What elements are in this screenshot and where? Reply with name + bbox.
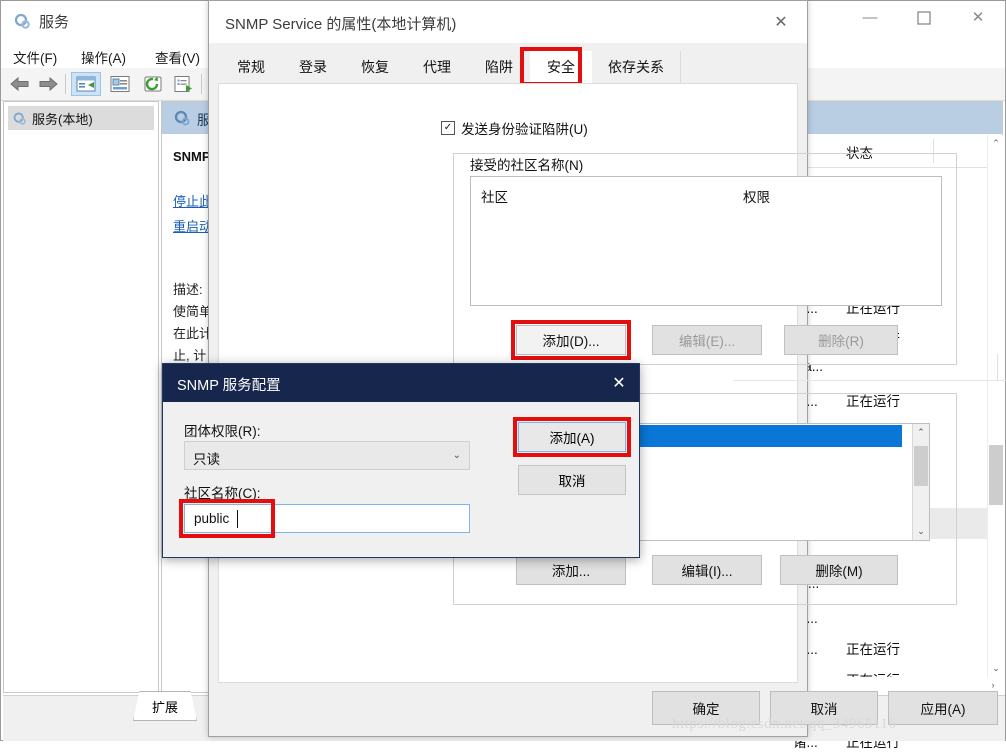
tab-security-highlight [520,47,582,86]
tab-2[interactable]: 登录 [282,51,345,83]
config-dialog-titlebar: SNMP 服务配置 ✕ [163,364,639,402]
checkbox-checked-icon: ✓ [441,121,455,135]
community-rights-value: 只读 [193,452,220,467]
stop-service-link[interactable]: 停止此 [173,191,212,210]
gear-icon [14,13,30,29]
tab-strip: 常规 登录 恢复 代理 陷阱 安全 依存关系 [210,43,806,83]
tab-label: 常规 [237,59,265,75]
close-window-button[interactable]: ✕ [955,1,1001,33]
tab-label: 依存关系 [608,59,664,75]
toolbar-separator [65,74,66,94]
console-tree-pane: 服务(本地) [3,101,159,693]
menu-file[interactable]: 文件(F) [9,45,61,69]
description-line: 使简单 [173,304,213,319]
snmp-service-config-dialog: SNMP 服务配置 ✕ 团体权限(R): 只读 ⌄ 社区名称(C): publi… [162,363,640,558]
close-icon[interactable]: ✕ [603,368,635,398]
tab-7[interactable]: 依存关系 [592,51,681,83]
description-line: 止, 计 [173,348,207,363]
minimize-button[interactable]: — [847,1,893,33]
tab-3[interactable]: 恢复 [344,51,407,83]
description-label: 描述: [173,282,203,297]
tab-label: 登录 [299,59,327,75]
maximize-button[interactable] [901,1,947,33]
refresh-icon[interactable] [140,72,166,96]
scroll-up-icon[interactable]: ⌃ [913,424,929,441]
chevron-down-icon: ⌄ [452,450,461,461]
scroll-up-icon[interactable]: ⌃ [988,135,1004,152]
send-auth-trap-checkbox[interactable]: ✓ 发送身份验证陷阱(U) [441,118,588,138]
hosts-add-button[interactable]: 添加... [516,555,626,585]
dialog-titlebar: SNMP Service 的属性(本地计算机) ✕ [209,1,807,43]
config-dialog-title: SNMP 服务配置 [177,378,281,394]
forward-arrow-icon[interactable] [35,72,61,96]
community-rights-select[interactable]: 只读 ⌄ [184,441,470,470]
menu-action[interactable]: 操作(A) [77,45,130,69]
tab-extended[interactable]: 扩展 [133,691,197,721]
tab-label: 陷阱 [485,59,513,75]
maximize-icon [917,11,931,25]
detail-service-name: SNMP [173,149,211,164]
window-title: 服务 [39,14,70,31]
watermark-text: https://blog.csdn.net/qq_34965116 [672,716,897,732]
community-rights-label: 团体权限(R): [184,424,261,439]
community-edit-button: 编辑(E)... [652,325,762,355]
send-auth-trap-label: 发送身份验证陷阱(U) [461,122,588,137]
accepted-community-legend: 接受的社区名称(N) [465,154,589,174]
gear-icon [13,112,26,125]
export-list-icon[interactable] [171,72,197,96]
community-name-input-highlight [179,499,275,538]
tab-label: 恢复 [361,59,389,75]
config-cancel-button[interactable]: 取消 [518,465,626,495]
column-separator [997,354,998,380]
scroll-down-icon[interactable]: ⌄ [913,523,929,540]
back-arrow-icon[interactable] [7,72,33,96]
tab-label: 代理 [423,59,451,75]
dialog-title: SNMP Service 的属性(本地计算机) [225,16,457,33]
community-column-header-rights[interactable]: 权限 [743,186,770,206]
tab-1[interactable]: 常规 [220,51,283,83]
properties-icon[interactable] [107,72,133,96]
toolbar-separator-2 [201,74,202,94]
gear-icon [174,110,190,126]
community-column-header-community[interactable]: 社区 [481,186,508,206]
tab-4[interactable]: 代理 [406,51,469,83]
menu-view[interactable]: 查看(V) [151,45,204,69]
description-line: 在此计 [173,326,213,341]
sidebar-item-label: 服务(本地) [32,111,93,127]
hosts-edit-button[interactable]: 编辑(I)... [652,555,762,585]
hosts-list-scrollbar[interactable]: ⌃ ⌄ [912,424,929,540]
community-list[interactable] [470,176,1006,381]
restart-service-link[interactable]: 重启动 [173,216,212,235]
hosts-delete-button[interactable]: 删除(M) [780,555,898,585]
show-hide-tree-icon[interactable] [71,72,101,96]
header-underline [733,380,1006,381]
close-icon: ✕ [971,9,985,26]
scrollbar-thumb[interactable] [914,446,928,486]
scroll-down-icon[interactable]: ⌄ [988,660,1004,677]
config-add-button-highlight [513,417,631,457]
services-vertical-scrollbar[interactable]: ⌃ ⌄ [987,135,1004,677]
community-add-highlight [511,320,631,360]
close-icon[interactable]: ✕ [759,5,803,39]
scrollbar-thumb[interactable] [989,445,1003,505]
community-delete-button: 删除(R) [784,325,898,355]
service-status-cell: 正在运行 [846,642,900,657]
sidebar-item-services-local[interactable]: 服务(本地) [8,106,154,130]
minimize-icon: — [862,8,878,26]
apply-button[interactable]: 应用(A) [888,691,998,725]
